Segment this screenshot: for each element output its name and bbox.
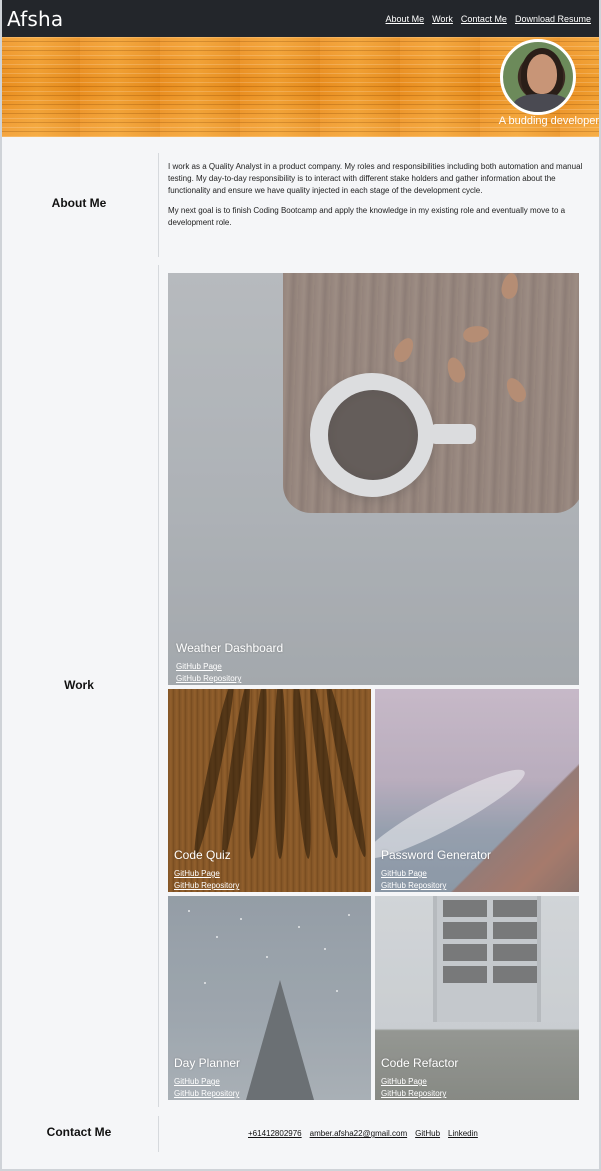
contact-links: +61412802976 amber.afsha22@gmail.com Git…: [248, 1129, 478, 1138]
avatar: [500, 39, 576, 115]
email-link[interactable]: amber.afsha22@gmail.com: [310, 1129, 408, 1138]
nav-download-resume-link[interactable]: Download Resume: [515, 14, 591, 24]
project-title: Day Planner: [174, 1056, 241, 1070]
project-caption: Code Refactor GitHub Page GitHub Reposit…: [381, 1056, 458, 1100]
about-divider: [158, 153, 159, 257]
project-caption: Weather Dashboard GitHub Page GitHub Rep…: [176, 641, 283, 685]
github-page-link[interactable]: GitHub Page: [381, 1076, 458, 1088]
nav-contact-me-link[interactable]: Contact Me: [461, 14, 507, 24]
github-page-link[interactable]: GitHub Page: [176, 661, 283, 673]
project-caption: Password Generator GitHub Page GitHub Re…: [381, 848, 491, 892]
nav-about-me-link[interactable]: About Me: [386, 14, 425, 24]
about-paragraph-2: My next goal is to finish Coding Bootcam…: [168, 206, 566, 227]
project-title: Code Refactor: [381, 1056, 459, 1070]
about-me-text: I work as a Quality Analyst in a product…: [168, 161, 583, 229]
project-card-code-refactor[interactable]: Code Refactor GitHub Page GitHub Reposit…: [375, 896, 579, 1100]
project-caption: Day Planner GitHub Page GitHub Repositor…: [174, 1056, 240, 1100]
github-repository-link[interactable]: GitHub Repository: [381, 880, 491, 892]
project-title: Weather Dashboard: [176, 641, 284, 655]
phone-link[interactable]: +61412802976: [248, 1129, 302, 1138]
brand-logo[interactable]: Afsha: [7, 7, 63, 31]
github-page-link[interactable]: GitHub Page: [381, 868, 491, 880]
about-me-heading: About Me: [51, 196, 107, 210]
github-repository-link[interactable]: GitHub Repository: [174, 880, 239, 892]
project-title: Password Generator: [381, 848, 492, 862]
project-card-code-quiz[interactable]: Code Quiz GitHub Page GitHub Repository: [168, 689, 371, 892]
contact-divider: [158, 1116, 159, 1152]
project-card-weather-dashboard[interactable]: Weather Dashboard GitHub Page GitHub Rep…: [168, 273, 579, 685]
nav-links: About Me Work Contact Me Download Resume: [386, 14, 591, 24]
work-divider: [158, 265, 159, 1107]
project-card-day-planner[interactable]: Day Planner GitHub Page GitHub Repositor…: [168, 896, 371, 1100]
nav-work-link[interactable]: Work: [432, 14, 453, 24]
github-repository-link[interactable]: GitHub Repository: [381, 1088, 458, 1100]
project-card-password-generator[interactable]: Password Generator GitHub Page GitHub Re…: [375, 689, 579, 892]
contact-me-heading: Contact Me: [46, 1125, 112, 1139]
github-page-link[interactable]: GitHub Page: [174, 868, 239, 880]
hero-banner: A budding developer: [0, 37, 601, 137]
github-repository-link[interactable]: GitHub Repository: [176, 673, 283, 685]
project-title: Code Quiz: [174, 848, 231, 862]
github-page-link[interactable]: GitHub Page: [174, 1076, 240, 1088]
tagline: A budding developer: [498, 115, 599, 127]
work-heading: Work: [64, 678, 94, 692]
project-caption: Code Quiz GitHub Page GitHub Repository: [174, 848, 239, 892]
github-profile-link[interactable]: GitHub: [415, 1129, 440, 1138]
linkedin-link[interactable]: Linkedin: [448, 1129, 478, 1138]
github-repository-link[interactable]: GitHub Repository: [174, 1088, 240, 1100]
about-paragraph-1: I work as a Quality Analyst in a product…: [168, 162, 583, 195]
navbar: Afsha About Me Work Contact Me Download …: [0, 0, 601, 37]
